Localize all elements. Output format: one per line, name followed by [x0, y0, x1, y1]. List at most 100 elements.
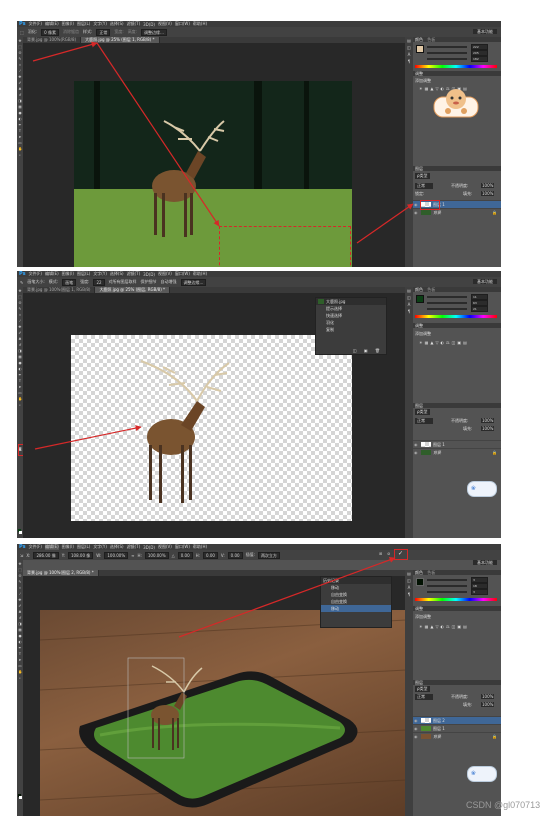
y-input[interactable]: 108.00 像 [68, 551, 94, 559]
quick-select-tool-icon[interactable]: ✎ [18, 57, 22, 61]
history-panel-icon[interactable]: ▤ [405, 570, 413, 577]
dodge-tool-icon[interactable]: ◐ [18, 640, 22, 644]
eraser-tool-icon[interactable]: ◨ [18, 622, 22, 626]
marquee-tool-icon[interactable]: ⬚ [18, 568, 22, 572]
warp-icon[interactable]: ⊞ [379, 551, 382, 556]
eyedropper-tool-icon[interactable]: ⁄ [18, 69, 22, 73]
marquee-tool-icon[interactable]: ⬚ [18, 295, 22, 299]
sample-all-checkbox[interactable]: 对所有图层取样 [109, 279, 137, 285]
gradient-tool-icon[interactable]: ▦ [18, 628, 22, 632]
type-tool-icon[interactable]: T [18, 652, 22, 656]
strength-input[interactable]: 22 [93, 278, 105, 286]
auto-enhance-checkbox[interactable]: 自动增强 [161, 279, 177, 285]
color-ramp[interactable] [415, 315, 497, 318]
gradient-tool-icon[interactable]: ▦ [18, 355, 22, 359]
shape-tool-icon[interactable]: ▭ [18, 391, 22, 395]
move-tool-icon[interactable]: ✥ [18, 289, 22, 293]
swatches-tab[interactable]: 色板 [427, 37, 435, 42]
green-slider[interactable] [427, 585, 467, 587]
quick-select-tool-icon[interactable]: ✎ [18, 307, 22, 311]
layer-row-background[interactable]: ◉ 背景 🔒 [413, 448, 501, 456]
foreground-swatch[interactable] [416, 45, 424, 53]
char-panel-icon[interactable]: A [405, 51, 413, 58]
foreground-swatch[interactable] [416, 578, 424, 586]
crop-tool-icon[interactable]: ⌗ [18, 313, 22, 317]
lasso-tool-icon[interactable]: ʘ [18, 301, 22, 305]
color-tab[interactable]: 颜色 [415, 570, 423, 575]
blue-value[interactable]: 3 [471, 589, 488, 595]
history-item[interactable]: 自由变换 [321, 591, 391, 598]
history-item[interactable]: 快速选择 [316, 312, 386, 319]
red-slider[interactable] [427, 579, 467, 581]
blend-mode-select[interactable]: 正常 [415, 183, 433, 189]
para-panel-icon[interactable]: ¶ [405, 308, 413, 315]
dodge-tool-icon[interactable]: ◐ [18, 117, 22, 121]
history-item-selected[interactable]: 移动 [321, 605, 391, 612]
transparent-elk-layer[interactable] [71, 335, 352, 521]
hskew-input[interactable]: 0.00 [203, 551, 218, 559]
zoom-tool-icon[interactable]: ⌕ [18, 403, 22, 407]
zoom-tool-icon[interactable]: ⌕ [18, 676, 22, 680]
char-panel-icon[interactable]: A [405, 301, 413, 308]
opacity-value[interactable]: 100% [481, 694, 495, 699]
blue-slider[interactable] [427, 58, 467, 60]
style-select[interactable]: 正常 [96, 28, 111, 36]
green-slider[interactable] [427, 52, 467, 54]
swatches-tab[interactable]: 色板 [427, 287, 435, 292]
shape-tool-icon[interactable]: ▭ [18, 664, 22, 668]
hand-tool-icon[interactable]: ✋ [18, 670, 22, 674]
healing-tool-icon[interactable]: ✚ [18, 598, 22, 602]
pen-tool-icon[interactable]: ✒ [18, 373, 22, 377]
visibility-eye-icon[interactable]: ◉ [414, 449, 418, 456]
layers-tab[interactable]: 图层 [415, 166, 423, 171]
history-footer-icons[interactable]: ◫ ▣ 🗑 [353, 348, 383, 353]
eyedropper-tool-icon[interactable]: ⁄ [18, 319, 22, 323]
stamp-tool-icon[interactable]: ♣ [18, 87, 22, 91]
layers-tab[interactable]: 图层 [415, 403, 423, 408]
history-panel-icon[interactable]: ▤ [405, 287, 413, 294]
layer-kind-filter[interactable]: ρ类型 [415, 686, 430, 692]
history-item[interactable]: 自由变换 [321, 598, 391, 605]
path-select-icon[interactable]: ➤ [18, 658, 22, 662]
adjust-tab[interactable]: 调整 [415, 606, 423, 611]
w-input[interactable]: 100.00% [104, 551, 129, 559]
path-select-icon[interactable]: ➤ [18, 135, 22, 139]
char-panel-icon[interactable]: A [405, 584, 413, 591]
stamp-tool-icon[interactable]: ♣ [18, 610, 22, 614]
layer-row-background[interactable]: ◉ 背景 🔒 [413, 732, 501, 740]
x-input[interactable]: 286.00 像 [33, 551, 59, 559]
quick-select-tool-icon[interactable]: ✎ [18, 580, 22, 584]
blend-mode-select[interactable]: 正常 [415, 418, 433, 424]
layer-kind-filter[interactable]: ρ类型 [415, 173, 430, 179]
layer-row-1[interactable]: ◉ 图层 1 [413, 440, 501, 448]
swatches-tab[interactable]: 色板 [427, 570, 435, 575]
marquee-icon[interactable]: ⬚ [20, 30, 24, 35]
crop-tool-icon[interactable]: ⌗ [18, 63, 22, 67]
history-snapshot[interactable]: 大鹿照.jpg [316, 298, 386, 305]
pen-tool-icon[interactable]: ✒ [18, 123, 22, 127]
blend-mode-select[interactable]: 正常 [415, 694, 433, 700]
refine-edge-button[interactable]: 调整边缘... [180, 278, 207, 286]
angle-input[interactable]: 0.00 [177, 551, 193, 559]
phone-composite-photo[interactable] [40, 610, 406, 816]
interp-select[interactable]: 两次立方 [257, 551, 280, 559]
eraser-tool-icon[interactable]: ◨ [18, 349, 22, 353]
stamp-tool-icon[interactable]: ♣ [18, 337, 22, 341]
blue-value[interactable]: 21 [471, 306, 488, 312]
properties-panel-icon[interactable]: ◫ [405, 294, 413, 301]
h-input[interactable]: 100.00% [144, 551, 169, 559]
marquee-tool-icon[interactable]: ⬚ [18, 45, 22, 49]
path-select-icon[interactable]: ➤ [18, 385, 22, 389]
refine-edge-button[interactable]: 调整边缘... [141, 28, 167, 36]
blue-slider[interactable] [427, 308, 467, 310]
zoom-tool-icon[interactable]: ⌕ [18, 153, 22, 157]
type-tool-icon[interactable]: T [18, 129, 22, 133]
visibility-eye-icon[interactable]: ◉ [414, 717, 418, 724]
brush-tool-icon[interactable]: ✐ [18, 81, 22, 85]
mode-select[interactable]: 画笔 [62, 278, 77, 286]
crop-tool-icon[interactable]: ⌗ [18, 586, 22, 590]
layer-kind-filter[interactable]: ρ类型 [415, 409, 430, 415]
brush-tool-icon[interactable]: ✐ [18, 331, 22, 335]
blue-slider[interactable] [427, 591, 467, 593]
visibility-eye-icon[interactable]: ◉ [414, 733, 418, 740]
